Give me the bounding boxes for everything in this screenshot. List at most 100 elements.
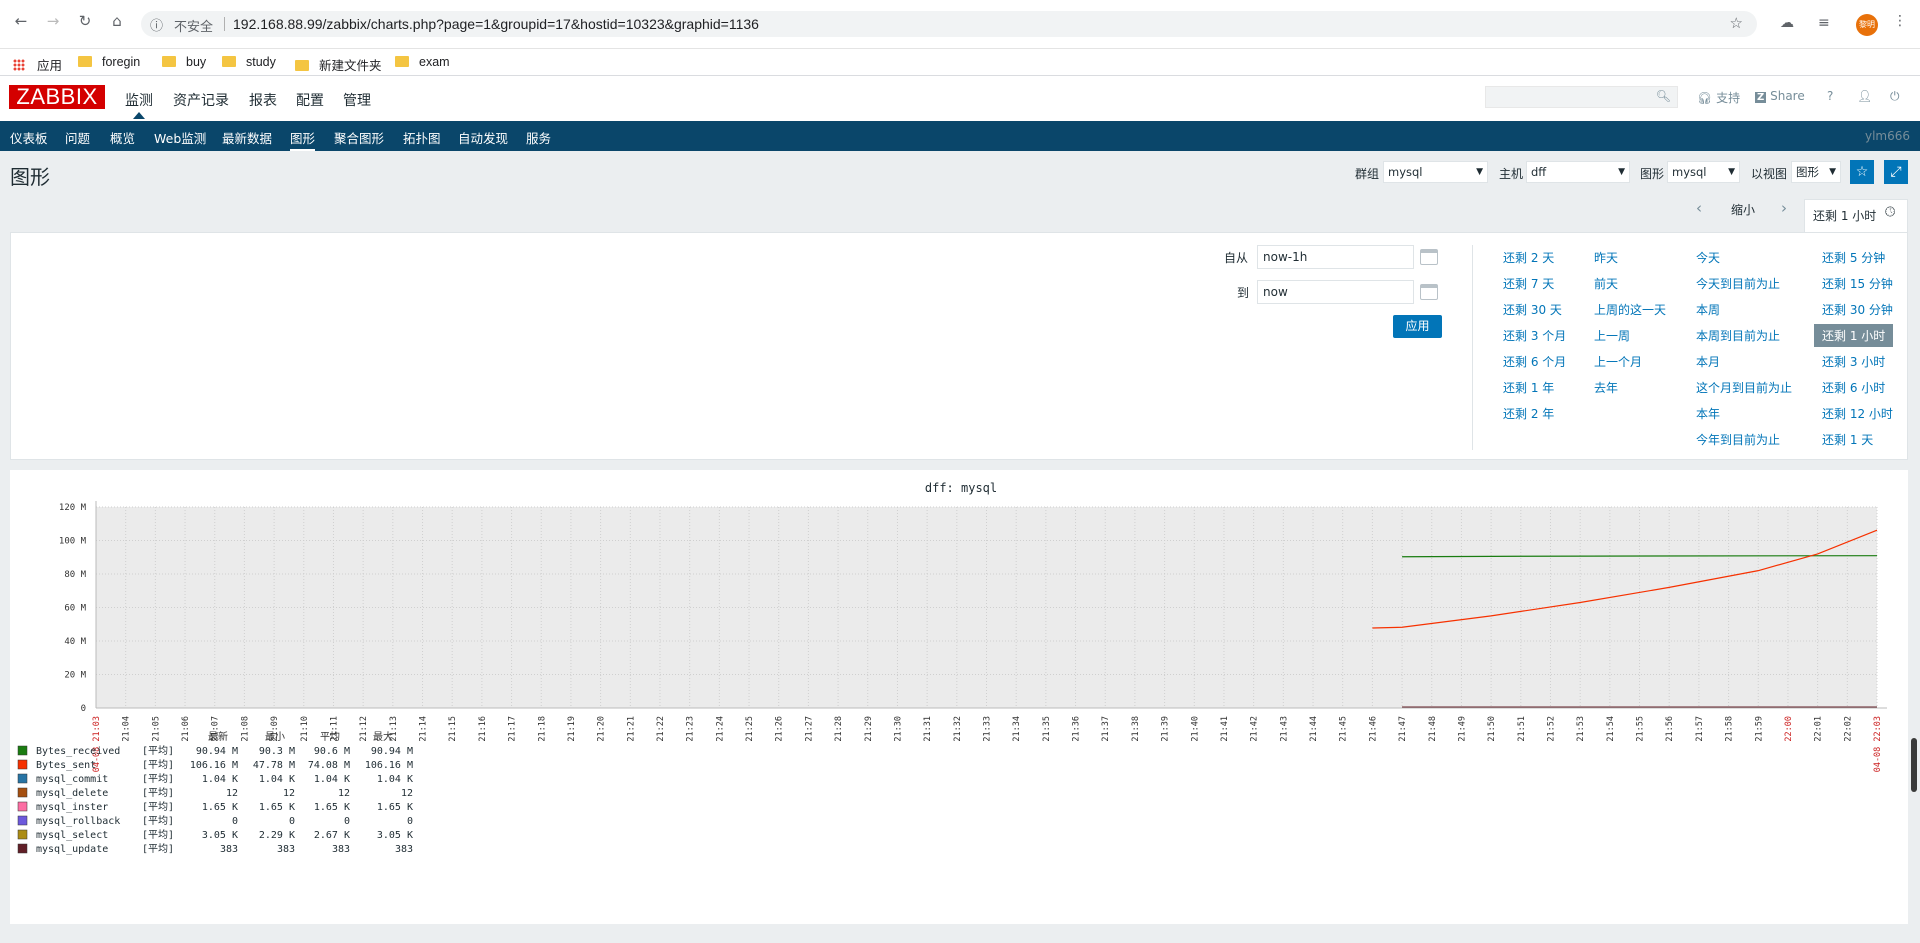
calendar-icon[interactable] — [1420, 249, 1438, 265]
profile-avatar[interactable]: 黎明 — [1856, 14, 1878, 36]
quick-range[interactable]: 还剩 5 分钟 — [1822, 249, 1885, 266]
reading-list-icon[interactable]: ≡ — [1818, 15, 1830, 31]
user-icon[interactable]: 👤︎ — [1857, 89, 1872, 103]
x-tick-label: 21:17 — [508, 716, 518, 742]
submenu-screens[interactable]: 聚合图形 — [334, 128, 384, 147]
legend-value: 383 — [277, 844, 295, 855]
quick-range[interactable]: 还剩 30 分钟 — [1822, 301, 1893, 318]
menu-administration[interactable]: 管理 — [343, 90, 371, 110]
zoom-out-button[interactable]: 缩小 — [1731, 201, 1755, 218]
favorite-star-button[interactable]: ☆ — [1850, 160, 1874, 184]
quick-range[interactable]: 本月 — [1696, 353, 1720, 370]
x-tick-label: 21:16 — [478, 716, 488, 742]
zabbix-logo[interactable]: ZABBIX — [9, 85, 105, 109]
bookmark-study[interactable]: study — [222, 55, 276, 69]
menu-monitoring[interactable]: 监测 — [125, 90, 153, 119]
quick-range[interactable]: 还剩 1 天 — [1822, 431, 1873, 448]
forward-icon[interactable]: → — [45, 13, 61, 29]
submenu-maps[interactable]: 拓扑图 — [403, 128, 441, 147]
menu-inventory[interactable]: 资产记录 — [173, 90, 229, 110]
search-icon[interactable]: 🔍︎ — [1656, 89, 1671, 103]
address-bar[interactable]: ⓘ 不安全 192.168.88.99/zabbix/charts.php?pa… — [141, 11, 1757, 37]
url-text[interactable]: 192.168.88.99/zabbix/charts.php?page=1&g… — [233, 16, 759, 32]
quick-range[interactable]: 还剩 30 天 — [1503, 301, 1562, 318]
x-tick-label: 21:26 — [775, 716, 785, 742]
view-as-select[interactable]: 图形 ▼ — [1791, 161, 1841, 183]
legend-value: 2.29 K — [259, 830, 295, 841]
quick-range[interactable]: 还剩 2 天 — [1503, 249, 1554, 266]
bookmark-exam[interactable]: exam — [395, 55, 450, 69]
quick-range[interactable]: 今天到目前为止 — [1696, 275, 1780, 292]
quick-range[interactable]: 本周到目前为止 — [1696, 327, 1780, 344]
quick-range[interactable]: 这个月到目前为止 — [1696, 379, 1792, 396]
submenu-services[interactable]: 服务 — [526, 128, 551, 147]
quick-range[interactable]: 还剩 6 个月 — [1503, 353, 1566, 370]
to-input[interactable]: now — [1257, 280, 1414, 304]
submenu-dashboard[interactable]: 仪表板 — [10, 128, 48, 147]
submenu-graphs[interactable]: 图形 — [290, 128, 316, 151]
quick-range[interactable]: 昨天 — [1594, 249, 1618, 266]
quick-range[interactable]: 还剩 7 天 — [1503, 275, 1554, 292]
group-select[interactable]: mysql ▼ — [1383, 161, 1488, 183]
browser-toolbar: ← → ↻ ⌂ ⓘ 不安全 192.168.88.99/zabbix/chart… — [0, 0, 1920, 49]
submenu-latest-data[interactable]: 最新数据 — [222, 128, 272, 147]
bookmark-apps[interactable]: 应用 — [13, 55, 62, 74]
time-range-label[interactable]: 还剩 1 小时 — [1813, 207, 1876, 224]
support-link[interactable]: 🎧︎ 支持 — [1697, 89, 1740, 106]
bookmark-new-folder[interactable]: 新建文件夹 — [295, 55, 382, 74]
quick-range[interactable]: 上一个月 — [1594, 353, 1642, 370]
calendar-icon[interactable] — [1420, 284, 1438, 300]
quick-range[interactable]: 本周 — [1696, 301, 1720, 318]
quick-range[interactable]: 还剩 6 小时 — [1822, 379, 1885, 396]
power-icon[interactable]: ⏻ — [1890, 89, 1900, 104]
quick-range[interactable]: 还剩 3 小时 — [1822, 353, 1885, 370]
legend-swatch — [17, 759, 28, 770]
quick-range[interactable]: 今年到目前为止 — [1696, 431, 1780, 448]
bookmark-star-icon[interactable]: ☆ — [1730, 14, 1743, 32]
time-prev-icon[interactable]: ‹ — [1696, 199, 1702, 217]
submenu-overview[interactable]: 概览 — [110, 128, 135, 147]
apply-button[interactable]: 应用 — [1393, 315, 1442, 338]
more-menu-icon[interactable]: ⋮ — [1893, 13, 1907, 29]
menu-reports[interactable]: 报表 — [249, 90, 277, 110]
folder-icon — [295, 60, 309, 71]
time-next-icon[interactable]: › — [1781, 199, 1787, 217]
quick-range[interactable]: 还剩 3 个月 — [1503, 327, 1566, 344]
quick-range[interactable]: 上周的这一天 — [1594, 301, 1666, 318]
scrollbar[interactable] — [1911, 738, 1917, 792]
help-icon[interactable]: ? — [1827, 89, 1833, 103]
quick-range[interactable]: 前天 — [1594, 275, 1618, 292]
quick-range[interactable]: 还剩 2 年 — [1503, 405, 1554, 422]
home-icon[interactable]: ⌂ — [109, 13, 125, 29]
submenu-discovery[interactable]: 自动发现 — [458, 128, 508, 147]
quick-range[interactable]: 上一周 — [1594, 327, 1630, 344]
global-search-input[interactable]: 🔍︎ — [1485, 86, 1678, 108]
back-icon[interactable]: ← — [13, 13, 29, 29]
host-select[interactable]: dff ▼ — [1526, 161, 1630, 183]
legend-value: 1.65 K — [377, 802, 413, 813]
fullscreen-button[interactable]: ⤢ — [1884, 160, 1908, 184]
quick-range[interactable]: 本年 — [1696, 405, 1720, 422]
quick-range[interactable]: 还剩 12 小时 — [1822, 405, 1893, 422]
x-tick-label: 21:28 — [834, 716, 844, 742]
quick-range[interactable]: 还剩 15 分钟 — [1822, 275, 1893, 292]
quick-range[interactable]: 还剩 1 年 — [1503, 379, 1554, 396]
submenu-problems[interactable]: 问题 — [65, 128, 90, 147]
legend-value: 2.67 K — [314, 830, 350, 841]
y-tick-label: 0 — [81, 704, 86, 714]
x-tick-label: 21:53 — [1576, 716, 1586, 742]
share-link[interactable]: Z Share — [1755, 89, 1805, 103]
from-input[interactable]: now-1h — [1257, 245, 1414, 269]
info-icon[interactable]: ⓘ — [150, 15, 163, 34]
submenu-web[interactable]: Web监测 — [154, 128, 206, 147]
quick-range[interactable]: 今天 — [1696, 249, 1720, 266]
bookmark-foregin[interactable]: foregin — [78, 55, 140, 69]
quick-range[interactable]: 去年 — [1594, 379, 1618, 396]
reload-icon[interactable]: ↻ — [77, 13, 93, 29]
extension-icon[interactable]: ☁ — [1780, 15, 1794, 31]
bookmark-buy[interactable]: buy — [162, 55, 206, 69]
graph-select[interactable]: mysql ▼ — [1667, 161, 1740, 183]
menu-configuration[interactable]: 配置 — [296, 90, 324, 110]
quick-range-selected[interactable]: 还剩 1 小时 — [1814, 324, 1894, 347]
legend-value: 90.3 M — [259, 746, 295, 757]
